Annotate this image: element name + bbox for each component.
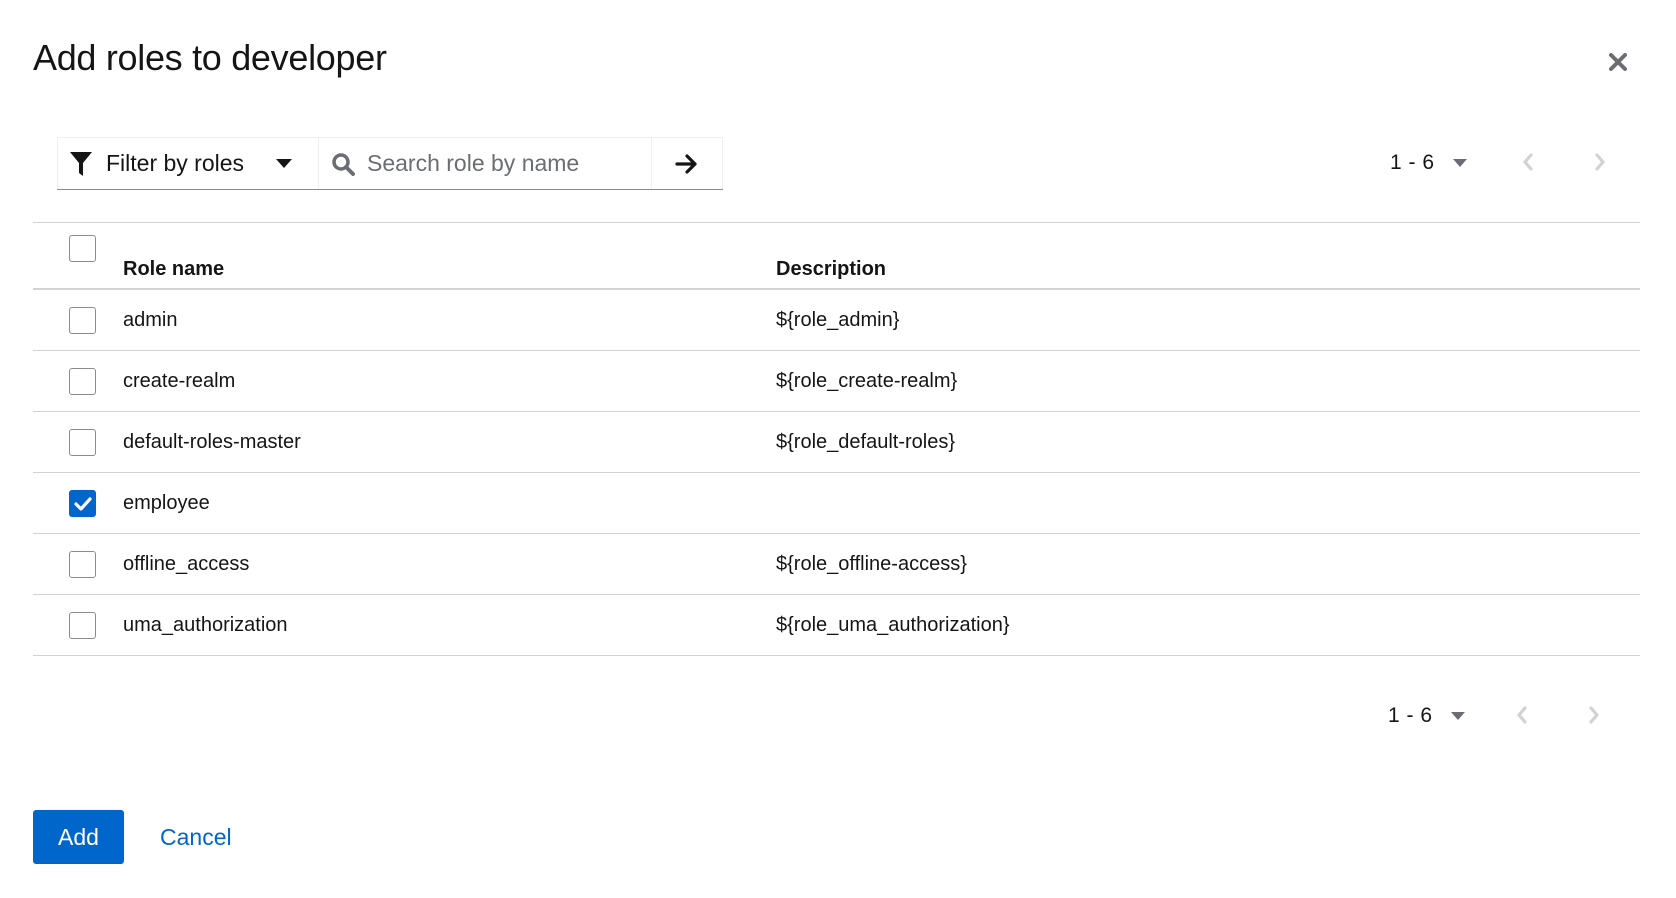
role-description: ${role_offline-access} <box>776 552 967 575</box>
role-name: employee <box>123 491 210 514</box>
table-row: default-roles-master ${role_default-roles… <box>33 412 1640 473</box>
row-checkbox[interactable] <box>69 429 96 456</box>
role-name: offline_access <box>123 552 250 575</box>
table-row: offline_access ${role_offline-access} <box>33 534 1640 595</box>
search-submit-button[interactable] <box>652 138 723 189</box>
role-description: ${role_admin} <box>776 308 900 331</box>
role-description: ${role_default-roles} <box>776 430 956 453</box>
role-description: ${role_uma_authorization} <box>776 613 1010 636</box>
next-page-button[interactable] <box>1594 153 1606 176</box>
search-input[interactable] <box>367 150 637 177</box>
row-checkbox[interactable] <box>69 307 96 334</box>
cancel-button[interactable]: Cancel <box>148 810 244 864</box>
row-checkbox[interactable] <box>69 551 96 578</box>
previous-page-button[interactable] <box>1516 706 1528 729</box>
filter-dropdown[interactable]: Filter by roles <box>57 138 319 189</box>
search-field <box>319 138 652 189</box>
chevron-right-icon <box>1589 706 1599 724</box>
filter-label: Filter by roles <box>106 150 245 176</box>
role-name: uma_authorization <box>123 613 288 636</box>
arrow-right-icon <box>675 153 697 174</box>
table-row: uma_authorization ${role_uma_authorizatio… <box>33 595 1640 656</box>
table-header-row: Role name Description <box>33 223 1640 290</box>
close-button[interactable] <box>1604 48 1632 76</box>
table-row: create-realm ${role_create-realm} <box>33 351 1640 412</box>
add-button[interactable]: Add <box>33 810 124 864</box>
pagination-range-toggle[interactable]: 1 - 6 <box>1390 151 1435 175</box>
close-icon <box>1609 53 1627 71</box>
chevron-left-icon <box>1523 153 1533 171</box>
select-all-checkbox[interactable] <box>69 235 96 262</box>
row-checkbox[interactable] <box>69 612 96 639</box>
modal-title: Add roles to developer <box>33 37 387 78</box>
toolbar: Filter by roles <box>57 137 723 190</box>
checkmark-icon <box>73 496 92 511</box>
previous-page-button[interactable] <box>1522 153 1534 176</box>
caret-down-icon[interactable] <box>1450 712 1465 720</box>
search-icon <box>332 152 355 176</box>
table-row: employee <box>33 473 1640 534</box>
role-name: create-realm <box>123 369 236 392</box>
row-checkbox[interactable] <box>69 368 96 395</box>
row-checkbox[interactable] <box>69 490 96 517</box>
caret-down-icon[interactable] <box>1452 159 1467 167</box>
filter-icon <box>70 151 92 176</box>
role-name: default-roles-master <box>123 430 301 453</box>
pagination-range-toggle[interactable]: 1 - 6 <box>1388 704 1433 728</box>
pagination-top: 1 - 6 <box>1390 143 1650 183</box>
role-description: ${role_create-realm} <box>776 369 958 392</box>
chevron-right-icon <box>1595 153 1605 171</box>
chevron-left-icon <box>1517 706 1527 724</box>
caret-down-icon <box>276 158 292 168</box>
role-name: admin <box>123 308 178 331</box>
roles-table: Role name Description admin ${role_admin}… <box>33 222 1640 656</box>
pagination-bottom: 1 - 6 <box>1388 696 1648 736</box>
table-row: admin ${role_admin} <box>33 290 1640 351</box>
next-page-button[interactable] <box>1588 706 1600 729</box>
